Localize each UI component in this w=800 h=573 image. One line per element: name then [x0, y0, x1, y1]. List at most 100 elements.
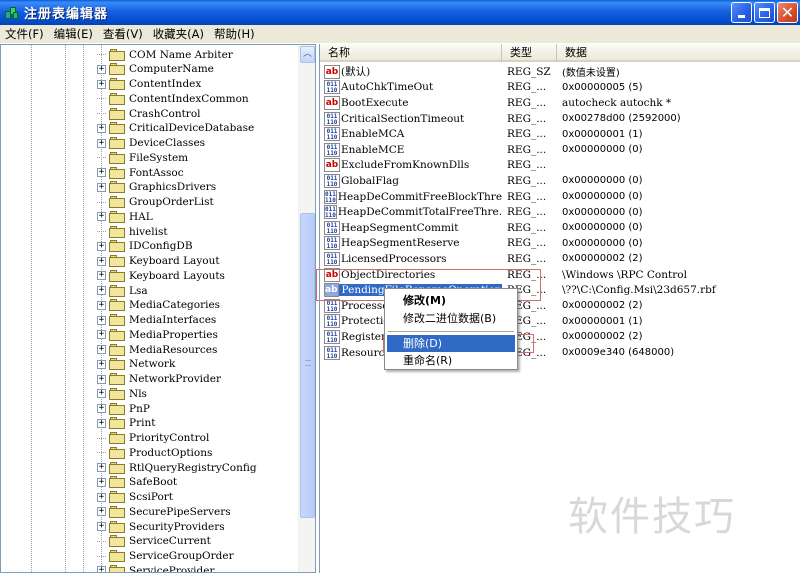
- tree-item[interactable]: + Nls: [97, 386, 147, 401]
- value-row[interactable]: 011 110 LicensedProcessors REG_... 0x0000000…: [320, 251, 800, 267]
- menu-file[interactable]: 文件(F): [0, 25, 49, 44]
- tree-item[interactable]: + Keyboard Layouts: [97, 268, 225, 283]
- value-row[interactable]: 011 110 HeapDeCommitFreeBlockThre... REG_..…: [320, 189, 800, 205]
- tree-item[interactable]: FileSystem: [97, 150, 188, 165]
- expand-icon[interactable]: +: [97, 345, 106, 354]
- tree-item[interactable]: + SafeBoot: [97, 475, 177, 490]
- tree-item[interactable]: + MediaResources: [97, 342, 217, 357]
- maximize-button[interactable]: [754, 2, 775, 23]
- tree-item[interactable]: + ScsiPort: [97, 490, 173, 505]
- expand-icon[interactable]: +: [97, 477, 106, 487]
- tree-item[interactable]: + Network: [97, 357, 175, 372]
- registry-tree[interactable]: COM Name Arbiter + ComputerName + ContentInd…: [0, 44, 316, 573]
- folder-icon: [109, 505, 125, 518]
- expand-icon[interactable]: +: [97, 79, 106, 89]
- expand-icon[interactable]: +: [97, 168, 106, 177]
- tree-item[interactable]: + ContentIndex: [97, 77, 201, 92]
- close-button[interactable]: ✕: [777, 2, 798, 23]
- expand-icon[interactable]: +: [97, 256, 106, 266]
- expand-icon[interactable]: +: [97, 418, 106, 428]
- expand-icon[interactable]: +: [97, 463, 106, 472]
- value-row[interactable]: 011 110 EnableMCE REG_... 0x00000000 (0): [320, 142, 800, 158]
- scroll-up-button[interactable]: ︿: [300, 46, 315, 63]
- menu-view[interactable]: 查看(V): [98, 25, 148, 44]
- expand-icon[interactable]: +: [97, 138, 106, 148]
- tree-item[interactable]: + RtlQueryRegistryConfig: [97, 460, 257, 475]
- value-row[interactable]: 011 110 HeapDeCommitTotalFreeThre... REG_..…: [320, 204, 800, 220]
- tree-item[interactable]: + PnP: [97, 401, 150, 416]
- menu-edit[interactable]: 编辑(E): [49, 25, 98, 44]
- menu-favorites[interactable]: 收藏夹(A): [148, 25, 209, 44]
- expand-icon[interactable]: +: [97, 271, 106, 281]
- tree-item[interactable]: + Keyboard Layout: [97, 254, 220, 269]
- tree-item[interactable]: + ServiceProvider: [97, 563, 214, 572]
- value-row[interactable]: ab ExcludeFromKnownDlls REG_...: [320, 158, 800, 174]
- minimize-button[interactable]: [731, 2, 752, 23]
- tree-item[interactable]: + DeviceClasses: [97, 136, 205, 151]
- expand-icon[interactable]: +: [97, 330, 106, 340]
- column-header-data[interactable]: 数据: [557, 44, 800, 62]
- tree-item[interactable]: + SecurePipeServers: [97, 504, 231, 519]
- expand-icon[interactable]: +: [97, 492, 106, 502]
- tree-item[interactable]: + SecurityProviders: [97, 519, 225, 534]
- expand-icon[interactable]: +: [97, 123, 106, 133]
- expand-icon[interactable]: +: [97, 507, 106, 517]
- value-name: HeapSegmentReserve: [341, 237, 460, 250]
- tree-scrollbar[interactable]: ︿: [298, 45, 315, 572]
- expand-icon[interactable]: +: [97, 315, 106, 325]
- menu-help[interactable]: 帮助(H): [209, 25, 260, 44]
- value-name-cell: ab (默认): [320, 64, 502, 79]
- value-row[interactable]: 011 110 HeapSegmentCommit REG_... 0x00000000…: [320, 220, 800, 236]
- tree-item[interactable]: + ComputerName: [97, 62, 214, 77]
- value-row[interactable]: 011 110 CriticalSectionTimeout REG_... 0x002…: [320, 111, 800, 127]
- tree-item[interactable]: + Print: [97, 416, 155, 431]
- tree-item[interactable]: + HAL: [97, 209, 153, 224]
- scroll-thumb[interactable]: [300, 213, 315, 518]
- tree-item[interactable]: ServiceCurrent: [97, 534, 211, 549]
- tree-item-label: ProductOptions: [129, 446, 213, 459]
- tree-item[interactable]: + FontAssoc: [97, 165, 184, 180]
- tree-item[interactable]: + CriticalDeviceDatabase: [97, 121, 254, 136]
- expand-icon[interactable]: +: [97, 241, 106, 251]
- tree-item[interactable]: GroupOrderList: [97, 195, 214, 210]
- context-menu-delete[interactable]: 删除(D): [387, 335, 515, 352]
- value-row[interactable]: 011 110 AutoChkTimeOut REG_... 0x00000005 (5…: [320, 80, 800, 96]
- tree-item[interactable]: + MediaCategories: [97, 298, 220, 313]
- expand-icon[interactable]: +: [97, 182, 106, 192]
- context-menu-modify-binary[interactable]: 修改二进位数据(B): [387, 310, 515, 327]
- value-row[interactable]: ab (默认) REG_SZ (数值未设置): [320, 64, 800, 80]
- tree-item[interactable]: ProductOptions: [97, 445, 212, 460]
- value-row[interactable]: 011 110 EnableMCA REG_... 0x00000001 (1): [320, 126, 800, 142]
- tree-item[interactable]: + MediaProperties: [97, 327, 218, 342]
- column-header-type[interactable]: 类型: [502, 44, 557, 62]
- tree-item[interactable]: PriorityControl: [97, 431, 209, 446]
- expand-icon[interactable]: +: [97, 566, 106, 572]
- expand-icon[interactable]: +: [97, 64, 106, 74]
- value-row[interactable]: 011 110 GlobalFlag REG_... 0x00000000 (0): [320, 173, 800, 189]
- tree-item[interactable]: ContentIndexCommon: [97, 91, 249, 106]
- tree-item[interactable]: + Lsa: [97, 283, 148, 298]
- column-header-name[interactable]: 名称: [320, 44, 502, 62]
- expand-icon[interactable]: +: [97, 522, 106, 531]
- tree-item-label: ContentIndexCommon: [129, 92, 249, 105]
- tree-item[interactable]: + MediaInterfaces: [97, 313, 216, 328]
- expand-icon[interactable]: +: [97, 212, 106, 222]
- value-row[interactable]: 011 110 HeapSegmentReserve REG_... 0x0000000…: [320, 236, 800, 252]
- context-menu-rename[interactable]: 重命名(R): [387, 352, 515, 369]
- tree-item[interactable]: hivelist: [97, 224, 168, 239]
- expand-icon[interactable]: +: [97, 389, 106, 399]
- tree-item[interactable]: + IDConfigDB: [97, 239, 193, 254]
- tree-item[interactable]: ServiceGroupOrder: [97, 549, 234, 564]
- expand-icon[interactable]: +: [97, 404, 106, 413]
- value-data: 0x00000000 (0): [562, 175, 643, 187]
- value-row[interactable]: ab BootExecute REG_... autocheck autochk *: [320, 95, 800, 111]
- expand-icon[interactable]: +: [97, 286, 106, 295]
- expand-icon[interactable]: +: [97, 300, 106, 310]
- context-menu-modify[interactable]: 修改(M): [387, 292, 515, 309]
- tree-item[interactable]: CrashControl: [97, 106, 201, 121]
- tree-item[interactable]: + GraphicsDrivers: [97, 180, 216, 195]
- tree-item[interactable]: + NetworkProvider: [97, 372, 221, 387]
- expand-icon[interactable]: +: [97, 359, 106, 369]
- expand-icon[interactable]: +: [97, 374, 106, 384]
- tree-item[interactable]: COM Name Arbiter: [97, 47, 233, 62]
